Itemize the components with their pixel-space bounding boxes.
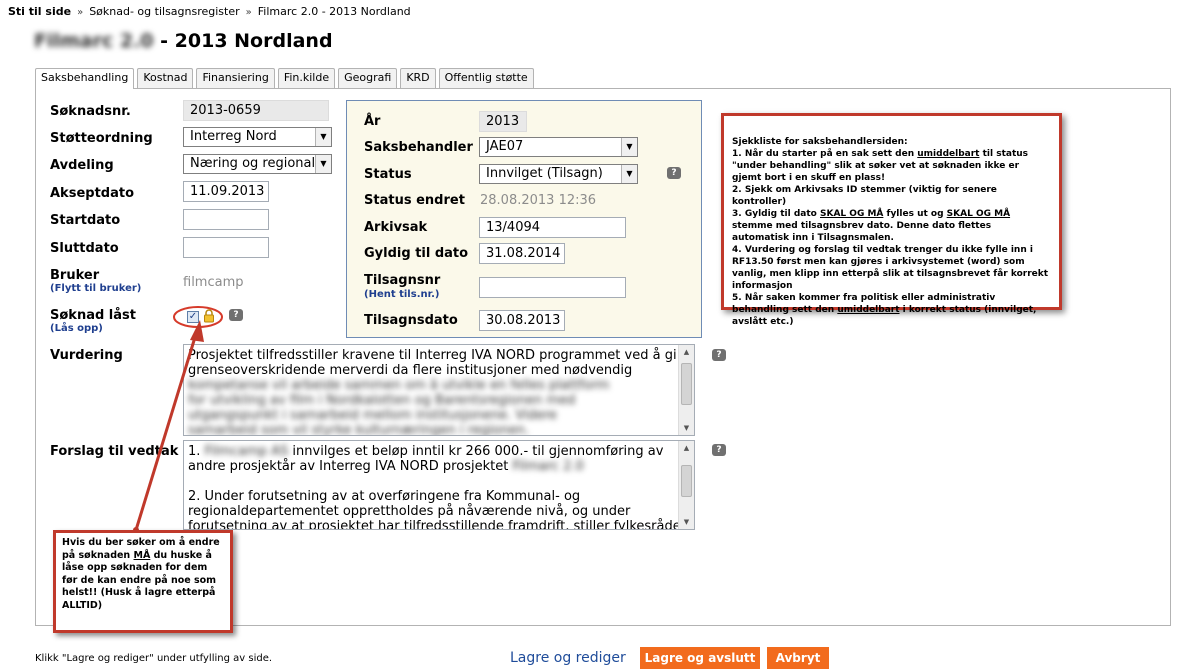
saksbehandler-select[interactable]: JAE07 ▼ — [479, 137, 638, 157]
tab-saksbehandling[interactable]: Saksbehandling — [35, 68, 135, 89]
help-icon[interactable]: ? — [712, 349, 726, 361]
breadcrumb-link-register[interactable]: Søknad- og tilsagnsregister — [89, 5, 239, 18]
forslag-textarea[interactable]: 1. Filmcamp AS innvilges et beløp inntil… — [183, 440, 695, 530]
checklist-title: Sjekkliste for saksbehandlersiden: — [732, 137, 908, 147]
label-akseptdato: Akseptdato — [50, 186, 135, 201]
sluttdato-field[interactable] — [183, 237, 269, 258]
dropdown-arrow-icon: ▼ — [621, 138, 637, 156]
tilsagnsdato-field[interactable]: 30.08.2013 — [479, 310, 565, 331]
tab-fin-kilde[interactable]: Fin.kilde — [277, 68, 336, 88]
status-endret-value: 28.08.2013 12:36 — [480, 193, 597, 208]
label-arkivsak: Arkivsak — [364, 220, 428, 235]
label-stotteordning: Støtteordning — [50, 131, 153, 146]
scroll-down-icon[interactable]: ▼ — [679, 515, 694, 529]
label-status-endret: Status endret — [364, 193, 465, 208]
las-opp-link[interactable]: (Lås opp) — [50, 323, 103, 334]
checklist-item-2: 2. Sjekk om Arkivsaks ID stemmer (viktig… — [732, 185, 997, 207]
label-status: Status — [364, 167, 412, 182]
tab-kostnad[interactable]: Kostnad — [137, 68, 194, 88]
status-select[interactable]: Innvilget (Tilsagn) ▼ — [479, 164, 638, 184]
dropdown-arrow-icon: ▼ — [315, 155, 331, 173]
cancel-button[interactable]: Avbryt — [767, 647, 829, 669]
label-soknadsnr: Søknadsnr. — [50, 104, 131, 119]
stotteordning-select[interactable]: Interreg Nord ▼ — [183, 127, 332, 147]
gyldig-til-field[interactable]: 31.08.2014 — [479, 243, 565, 264]
arkivsak-field[interactable]: 13/4094 — [479, 217, 626, 238]
checklist-item-5: 5. Når saken kommer fra politisk eller a… — [732, 293, 1037, 327]
scroll-up-icon[interactable]: ▲ — [679, 441, 694, 455]
dropdown-arrow-icon: ▼ — [621, 165, 637, 183]
checklist-item-1: 1. Når du starter på en sak sett den umi… — [732, 149, 1029, 183]
label-sluttdato: Sluttdato — [50, 241, 119, 256]
page-title: Filmarc 2.0 - 2013 Nordland — [34, 30, 333, 52]
help-icon[interactable]: ? — [667, 167, 681, 179]
label-startdato: Startdato — [50, 213, 121, 228]
annotation-arrow — [133, 320, 204, 533]
tab-offentlig-stotte[interactable]: Offentlig støtte — [438, 68, 534, 88]
scroll-up-icon[interactable]: ▲ — [679, 345, 694, 359]
label-tilsagnsdato: Tilsagnsdato — [364, 313, 458, 328]
avdeling-select[interactable]: Næring og regionalu ▼ — [183, 154, 332, 174]
tab-bar: Saksbehandling Kostnad Finansiering Fin.… — [35, 68, 537, 89]
label-ar: År — [364, 114, 381, 129]
label-saksbehandler: Saksbehandler — [364, 140, 473, 155]
label-gyldig-til: Gyldig til dato — [364, 246, 469, 261]
startdato-field[interactable] — [183, 209, 269, 230]
akseptdato-field[interactable]: 11.09.2013 — [183, 181, 269, 202]
tab-krd[interactable]: KRD — [400, 68, 436, 88]
ar-field: 2013 — [479, 111, 527, 132]
checklist-item-3: 3. Gyldig til dato SKAL OG MÅ fylles ut … — [732, 209, 1011, 243]
label-bruker: Bruker — [50, 268, 100, 283]
checklist-note: Sjekkliste for saksbehandlersiden: 1. Nå… — [721, 113, 1062, 327]
tilsagnsnr-field[interactable] — [479, 277, 626, 298]
page-title-obscured: Filmarc 2.0 — [34, 30, 154, 52]
help-icon[interactable]: ? — [712, 444, 726, 456]
help-icon[interactable]: ? — [229, 309, 243, 321]
tab-finansiering[interactable]: Finansiering — [196, 68, 275, 88]
label-vurdering: Vurdering — [50, 348, 123, 363]
scroll-down-icon[interactable]: ▼ — [679, 421, 694, 435]
vurdering-textarea[interactable]: Prosjektet tilfredsstiller kravene til I… — [183, 344, 695, 436]
lock-note: Hvis du ber søker om å endre på søknaden… — [53, 530, 233, 633]
breadcrumb-current: Filmarc 2.0 - 2013 Nordland — [257, 5, 411, 18]
vurdering-scrollbar[interactable]: ▲ ▼ — [678, 345, 694, 435]
soknadsnr-field: 2013-0659 — [183, 100, 329, 121]
hent-tilsagnsnr-link[interactable]: (Hent tils.nr.) — [364, 289, 439, 300]
tab-geografi[interactable]: Geografi — [338, 68, 398, 88]
flytt-til-bruker-link[interactable]: (Flytt til bruker) — [50, 283, 141, 294]
dropdown-arrow-icon: ▼ — [315, 128, 331, 146]
label-tilsagnsnr: Tilsagnsnr — [364, 273, 441, 288]
forslag-scrollbar[interactable]: ▲ ▼ — [678, 441, 694, 529]
label-avdeling: Avdeling — [50, 158, 114, 173]
bruker-value: filmcamp — [183, 275, 244, 290]
breadcrumb-root: Sti til side — [8, 5, 72, 18]
breadcrumb: Sti til side» Søknad- og tilsagnsregister… — [8, 5, 411, 18]
save-close-button[interactable]: Lagre og avslutt — [640, 647, 760, 669]
checklist-item-4: 4. Vurdering og forslag til vedtak treng… — [732, 245, 1049, 291]
save-edit-button[interactable]: Lagre og rediger — [510, 650, 626, 666]
footer-hint: Klikk "Lagre og rediger" under utfylling… — [35, 653, 273, 664]
